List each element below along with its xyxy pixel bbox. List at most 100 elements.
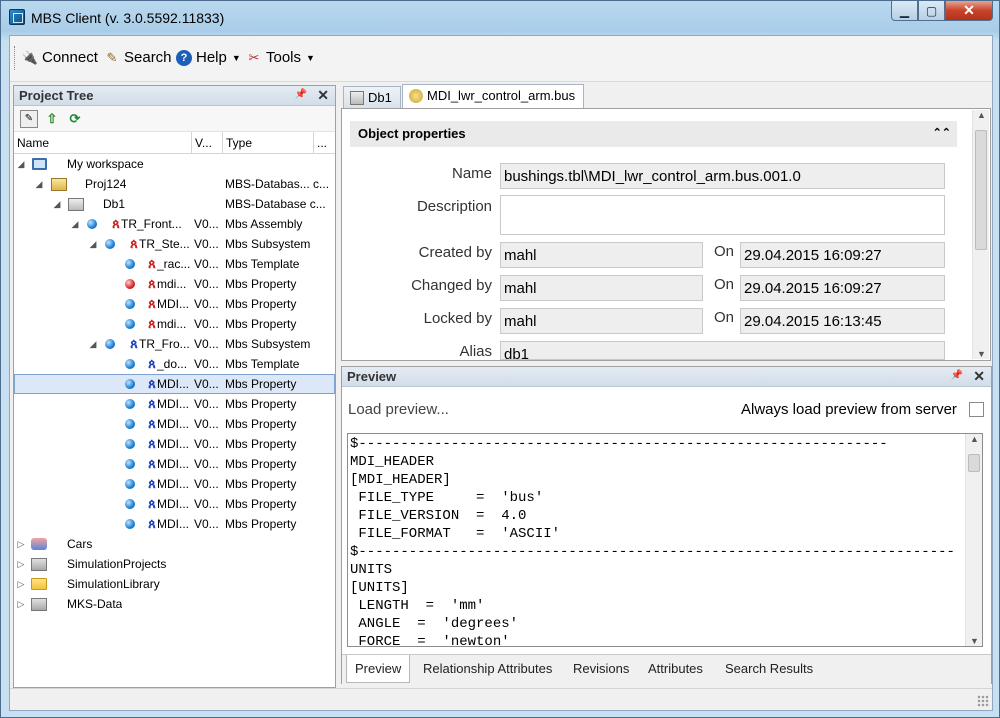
tree-row-simulation-library[interactable]: ▷ SimulationLibrary: [14, 574, 335, 594]
tree-row-tr-front[interactable]: ◢ ጰ TR_Front... V0... Mbs Assembly: [14, 214, 335, 234]
title-bar[interactable]: MBS Client (v. 3.0.5592.11833) ▁ ▢ ✕: [1, 1, 999, 35]
collapse-icon[interactable]: ◢: [52, 199, 62, 210]
tree-row-mdi-selected[interactable]: ጰ MDI... V0... Mbs Property: [14, 374, 335, 394]
tree-row-mdi-3[interactable]: ጰ mdi... V0... Mbs Property: [14, 314, 335, 334]
tab-preview[interactable]: Preview: [346, 655, 411, 683]
column-more[interactable]: ...: [314, 132, 335, 153]
description-field[interactable]: [500, 195, 945, 235]
tree-row-mdi-9[interactable]: ጰ MDI... V0... Mbs Property: [14, 494, 335, 514]
scroll-down-icon[interactable]: ▼: [966, 636, 982, 646]
status-ball-icon: [122, 316, 138, 332]
alias-field[interactable]: db1: [500, 341, 945, 363]
tab-db1[interactable]: Db1: [343, 86, 401, 108]
preview-code-area[interactable]: $---------------------------------------…: [347, 433, 983, 647]
collapse-icon[interactable]: ◢: [88, 239, 98, 250]
column-version[interactable]: V...: [192, 132, 223, 153]
pin-icon[interactable]: 📌: [295, 89, 307, 100]
tree-row-mdi-5[interactable]: ጰ MDI... V0... Mbs Property: [14, 414, 335, 434]
preview-scrollbar[interactable]: ▲ ▼: [965, 434, 982, 646]
tree-row-label: Db1: [103, 197, 126, 211]
tab-attributes[interactable]: Attributes: [648, 661, 703, 676]
tab-search-results[interactable]: Search Results: [725, 661, 813, 676]
status-ball-icon: [102, 236, 118, 252]
resize-grip-icon[interactable]: [977, 695, 989, 707]
locked-by-field[interactable]: mahl: [500, 308, 703, 334]
expand-icon[interactable]: ▷: [16, 599, 26, 610]
tree-row-mdi-6[interactable]: ጰ MDI... V0... Mbs Property: [14, 434, 335, 454]
upload-icon[interactable]: ⇧: [43, 110, 61, 128]
tree-row-tr-fro[interactable]: ◢ ጰ TR_Fro... V0... Mbs Subsystem: [14, 334, 335, 354]
tree-row-simulation-projects[interactable]: ▷ SimulationProjects: [14, 554, 335, 574]
column-type[interactable]: Type: [223, 132, 314, 153]
changed-by-field[interactable]: mahl: [500, 275, 703, 301]
search-button[interactable]: ✎ Search: [104, 49, 172, 66]
minimize-button[interactable]: ▁: [891, 1, 918, 21]
created-by-field[interactable]: mahl: [500, 242, 703, 268]
properties-scrollbar[interactable]: ▲ ▼: [972, 110, 989, 359]
expand-icon[interactable]: ▷: [16, 579, 26, 590]
collapse-up-icon[interactable]: ⌃⌃: [933, 126, 951, 139]
tree-row-mdi-10[interactable]: ጰ MDI... V0... Mbs Property: [14, 514, 335, 534]
tree-row-proj124[interactable]: ◢ Proj124 MBS-Databas... c...: [14, 174, 335, 194]
preview-title: Preview: [347, 369, 397, 384]
tools-label: Tools: [266, 49, 302, 66]
checkin-icon[interactable]: ✎: [20, 109, 38, 128]
tree-row-label: Proj124: [85, 177, 127, 191]
close-icon[interactable]: ✕: [317, 87, 329, 104]
maximize-button[interactable]: ▢: [918, 1, 945, 21]
scroll-up-icon[interactable]: ▲: [973, 110, 990, 120]
collapse-icon[interactable]: ◢: [70, 219, 80, 230]
collapse-icon[interactable]: ◢: [88, 339, 98, 350]
created-on-field[interactable]: 29.04.2015 16:09:27: [740, 242, 945, 268]
tree-row-tr-ste[interactable]: ◢ ጰ TR_Ste... V0... Mbs Subsystem: [14, 234, 335, 254]
tab-revisions[interactable]: Revisions: [573, 661, 629, 676]
name-field[interactable]: bushings.tbl\MDI_lwr_control_arm.bus.001…: [500, 163, 945, 189]
tree-row-mdi-2[interactable]: ጰ MDI... V0... Mbs Property: [14, 294, 335, 314]
toolbar-grip[interactable]: [14, 46, 17, 70]
load-preview-link[interactable]: Load preview...: [348, 401, 449, 418]
tree-row-mdi-1[interactable]: ጰ mdi... V0... Mbs Property: [14, 274, 335, 294]
tree-row-mks-data[interactable]: ▷ MKS-Data: [14, 594, 335, 614]
main-toolbar: 🔌 Connect ✎ Search ? Help ▼ ✂ Tools ▼: [10, 36, 992, 82]
close-icon[interactable]: ✕: [973, 368, 985, 385]
description-label: Description: [416, 198, 492, 215]
tab-relationship-attributes[interactable]: Relationship Attributes: [423, 661, 552, 676]
pin-icon[interactable]: 📌: [951, 370, 963, 381]
scroll-thumb[interactable]: [968, 454, 980, 472]
tab-db1-label: Db1: [368, 90, 392, 105]
tree-row-type: Mbs Property: [225, 317, 297, 331]
tree-row-do[interactable]: ጰ _do... V0... Mbs Template: [14, 354, 335, 374]
tree-row-cars[interactable]: ▷ Cars: [14, 534, 335, 554]
expand-icon[interactable]: ▷: [16, 539, 26, 550]
tree-row-mdi-7[interactable]: ጰ MDI... V0... Mbs Property: [14, 454, 335, 474]
tree-row-db1[interactable]: ◢ Db1 MBS-Database c...: [14, 194, 335, 214]
tree-row-label: My workspace: [67, 157, 144, 171]
object-properties-header[interactable]: Object properties ⌃⌃: [350, 121, 957, 147]
scroll-down-icon[interactable]: ▼: [973, 349, 990, 359]
refresh-icon[interactable]: ⟳: [66, 110, 84, 128]
locked-on-field[interactable]: 29.04.2015 16:13:45: [740, 308, 945, 334]
tree-row-mdi-4[interactable]: ጰ MDI... V0... Mbs Property: [14, 394, 335, 414]
help-menu[interactable]: ? Help ▼: [176, 49, 241, 66]
close-button[interactable]: ✕: [945, 1, 993, 21]
tree-row-label: TR_Ste...: [139, 237, 190, 251]
preview-bottom-tabs: Preview Relationship Attributes Revision…: [342, 654, 991, 684]
tools-menu[interactable]: ✂ Tools ▼: [246, 49, 315, 66]
collapse-icon[interactable]: ◢: [16, 159, 26, 170]
created-by-label: Created by: [418, 244, 492, 261]
collapse-icon[interactable]: ◢: [34, 179, 44, 190]
preview-panel: Preview 📌 ✕ Load preview... Always load …: [341, 366, 992, 684]
tree-row-my-workspace[interactable]: ◢ My workspace: [14, 154, 335, 174]
scroll-thumb[interactable]: [975, 130, 987, 250]
connect-button[interactable]: 🔌 Connect: [22, 49, 98, 66]
tree-row-rac[interactable]: ጰ _rac... V0... Mbs Template: [14, 254, 335, 274]
tree-row-mdi-8[interactable]: ጰ MDI... V0... Mbs Property: [14, 474, 335, 494]
expand-icon[interactable]: ▷: [16, 559, 26, 570]
column-name[interactable]: Name: [14, 132, 192, 153]
scroll-up-icon[interactable]: ▲: [966, 434, 982, 444]
changed-on-field[interactable]: 29.04.2015 16:09:27: [740, 275, 945, 301]
tree-row-label: MDI...: [157, 497, 189, 511]
tools-icon: ✂: [248, 49, 260, 65]
always-load-checkbox[interactable]: [969, 402, 984, 417]
tab-mdi-lwr-control-arm[interactable]: MDI_lwr_control_arm.bus: [402, 84, 585, 109]
